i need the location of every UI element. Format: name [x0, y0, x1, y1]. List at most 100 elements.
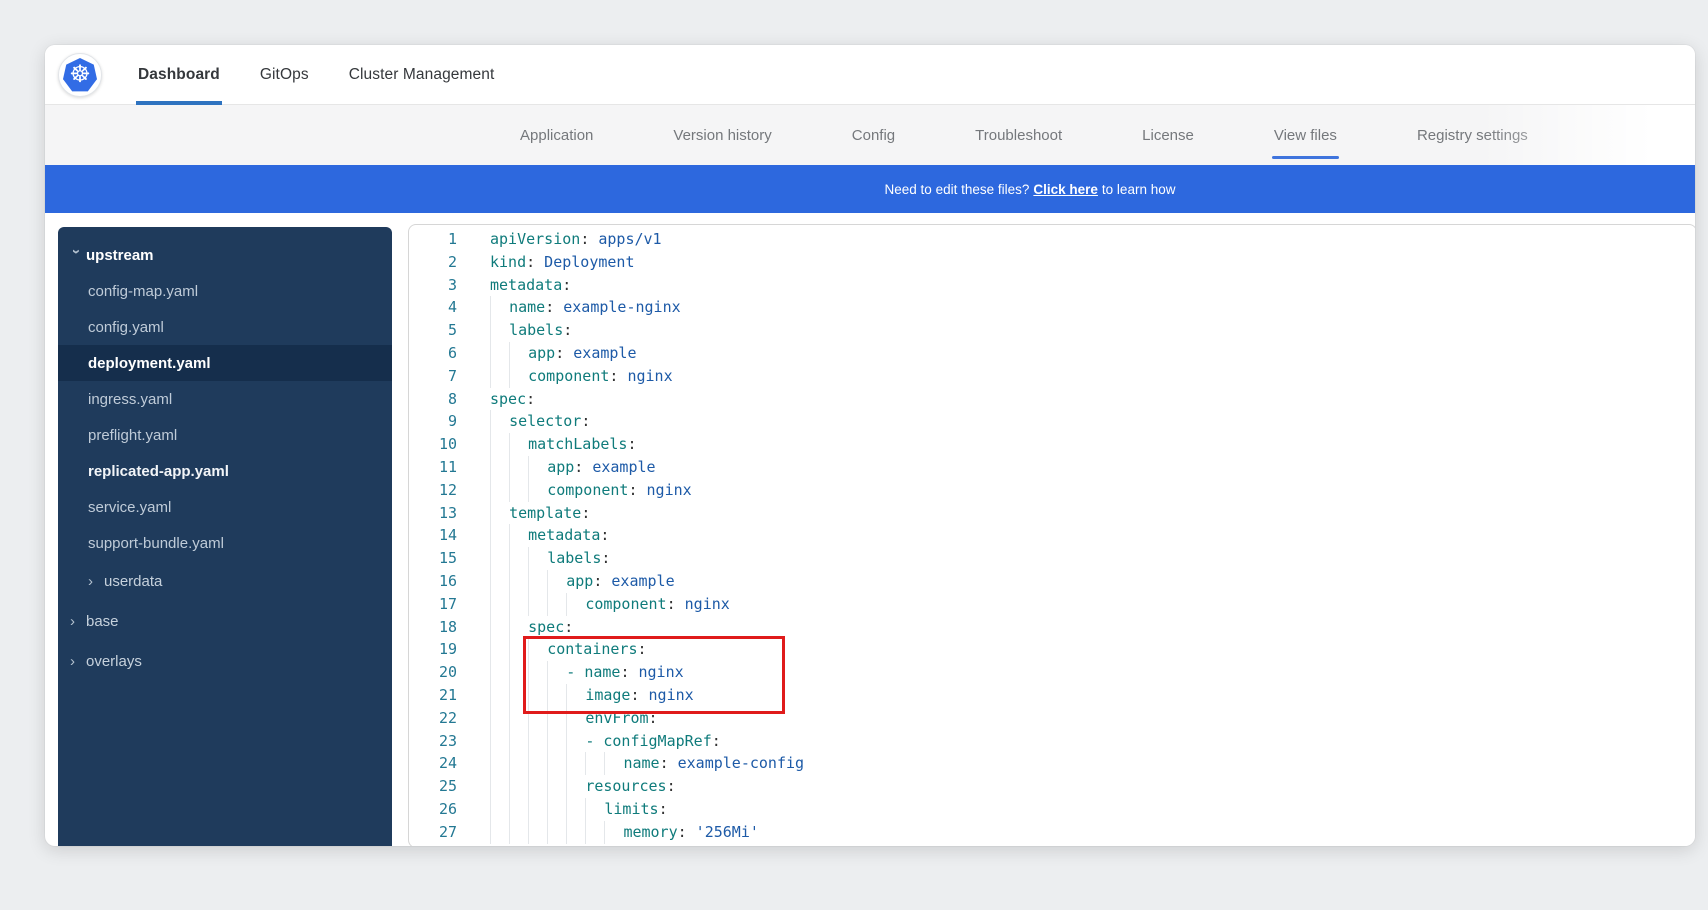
tree-file-deployment-yaml[interactable]: deployment.yaml — [58, 345, 392, 381]
tree-item-label: userdata — [104, 573, 162, 590]
tree-folder-base[interactable]: ›base — [58, 603, 392, 639]
line-number: 4 — [409, 296, 457, 319]
line-number: 11 — [409, 456, 457, 479]
code-line: 18 spec: — [409, 616, 1695, 639]
code-line: 24 name: example-config — [409, 752, 1695, 775]
tab-troubleshoot[interactable]: Troubleshoot — [975, 127, 1062, 144]
line-number: 7 — [409, 365, 457, 388]
line-number: 16 — [409, 570, 457, 593]
line-number: 26 — [409, 798, 457, 821]
nav-item-dashboard[interactable]: Dashboard — [138, 45, 220, 104]
kubernetes-logo[interactable]: ☸ — [58, 53, 102, 97]
tab-view-files[interactable]: View files — [1274, 127, 1337, 144]
code-line: 3metadata: — [409, 274, 1695, 297]
code-line: 10 matchLabels: — [409, 433, 1695, 456]
banner-learn-link[interactable]: Click here — [1033, 182, 1098, 197]
line-number: 15 — [409, 547, 457, 570]
line-number: 24 — [409, 752, 457, 775]
tree-item-label: deployment.yaml — [88, 355, 211, 372]
tree-file-replicated-app-yaml[interactable]: replicated-app.yaml — [58, 453, 392, 489]
tree-item-label: upstream — [86, 247, 154, 264]
code-lines: 1apiVersion: apps/v12kind: Deployment3me… — [409, 225, 1695, 844]
tab-registry-settings[interactable]: Registry settings — [1417, 127, 1528, 144]
tree-item-label: config-map.yaml — [88, 283, 198, 300]
line-number: 9 — [409, 410, 457, 433]
tree-item-label: replicated-app.yaml — [88, 463, 229, 480]
line-number: 12 — [409, 479, 457, 502]
line-number: 20 — [409, 661, 457, 684]
tree-file-support-bundle-yaml[interactable]: support-bundle.yaml — [58, 525, 392, 561]
code-line: 8spec: — [409, 388, 1695, 411]
tree-item-label: base — [86, 613, 119, 630]
line-number: 8 — [409, 388, 457, 411]
line-number: 21 — [409, 684, 457, 707]
tree-folder-overlays[interactable]: ›overlays — [58, 643, 392, 679]
code-line: 2kind: Deployment — [409, 251, 1695, 274]
banner-text-after: to learn how — [1102, 182, 1176, 197]
tab-config[interactable]: Config — [852, 127, 895, 144]
code-line: 4 name: example-nginx — [409, 296, 1695, 319]
line-number: 27 — [409, 821, 457, 844]
tree-item-label: overlays — [86, 653, 142, 670]
code-line: 14 metadata: — [409, 524, 1695, 547]
tree-file-config-yaml[interactable]: config.yaml — [58, 309, 392, 345]
code-line: 26 limits: — [409, 798, 1695, 821]
code-line: 15 labels: — [409, 547, 1695, 570]
line-number: 6 — [409, 342, 457, 365]
code-line: 23 - configMapRef: — [409, 730, 1695, 753]
tab-license[interactable]: License — [1142, 127, 1194, 144]
code-line: 21 image: nginx — [409, 684, 1695, 707]
line-number: 23 — [409, 730, 457, 753]
code-line: 1apiVersion: apps/v1 — [409, 228, 1695, 251]
line-number: 18 — [409, 616, 457, 639]
code-line: 6 app: example — [409, 342, 1695, 365]
nav-item-cluster-management[interactable]: Cluster Management — [349, 45, 495, 104]
code-line: 19 containers: — [409, 638, 1695, 661]
code-line: 11 app: example — [409, 456, 1695, 479]
tree-folder-userdata[interactable]: ›userdata — [58, 563, 392, 599]
chevron-down-icon: › — [68, 249, 85, 265]
tree-item-label: config.yaml — [88, 319, 164, 336]
chevron-right-icon: › — [70, 613, 86, 630]
code-line: 27 memory: '256Mi' — [409, 821, 1695, 844]
code-line: 20 - name: nginx — [409, 661, 1695, 684]
tree-item-label: support-bundle.yaml — [88, 535, 224, 552]
code-line: 9 selector: — [409, 410, 1695, 433]
tree-file-config-map-yaml[interactable]: config-map.yaml — [58, 273, 392, 309]
tree-file-preflight-yaml[interactable]: preflight.yaml — [58, 417, 392, 453]
line-number: 10 — [409, 433, 457, 456]
line-number: 22 — [409, 707, 457, 730]
tree-folder-upstream[interactable]: ›upstream — [58, 237, 392, 273]
file-tree-sidebar: ›upstreamconfig-map.yamlconfig.yamldeplo… — [58, 227, 392, 846]
tree-item-label: ingress.yaml — [88, 391, 172, 408]
app-window: ☸ Dashboard GitOps Cluster Management Appl… — [45, 45, 1695, 846]
line-number: 5 — [409, 319, 457, 342]
tree-item-label: preflight.yaml — [88, 427, 177, 444]
line-number: 25 — [409, 775, 457, 798]
tree-file-ingress-yaml[interactable]: ingress.yaml — [58, 381, 392, 417]
line-number: 13 — [409, 502, 457, 525]
kubernetes-helm-icon: ☸ — [63, 58, 97, 92]
tree-item-label: service.yaml — [88, 499, 171, 516]
chevron-right-icon: › — [88, 573, 104, 590]
code-line: 13 template: — [409, 502, 1695, 525]
tab-application[interactable]: Application — [520, 127, 593, 144]
tree-file-service-yaml[interactable]: service.yaml — [58, 489, 392, 525]
chevron-right-icon: › — [70, 653, 86, 670]
line-number: 19 — [409, 638, 457, 661]
line-number: 2 — [409, 251, 457, 274]
nav-item-gitops[interactable]: GitOps — [260, 45, 309, 104]
app-tab-bar: Application Version history Config Troubles… — [45, 105, 1695, 165]
code-line: 7 component: nginx — [409, 365, 1695, 388]
code-line: 5 labels: — [409, 319, 1695, 342]
line-number: 1 — [409, 228, 457, 251]
yaml-file-viewer[interactable]: 1apiVersion: apps/v12kind: Deployment3me… — [408, 224, 1695, 846]
code-line: 25 resources: — [409, 775, 1695, 798]
line-number: 14 — [409, 524, 457, 547]
line-number: 3 — [409, 274, 457, 297]
primary-nav: Dashboard GitOps Cluster Management — [138, 45, 494, 104]
top-header: ☸ Dashboard GitOps Cluster Management — [45, 45, 1695, 105]
code-line: 17 component: nginx — [409, 593, 1695, 616]
banner-text-before: Need to edit these files? — [885, 182, 1030, 197]
tab-version-history[interactable]: Version history — [673, 127, 771, 144]
